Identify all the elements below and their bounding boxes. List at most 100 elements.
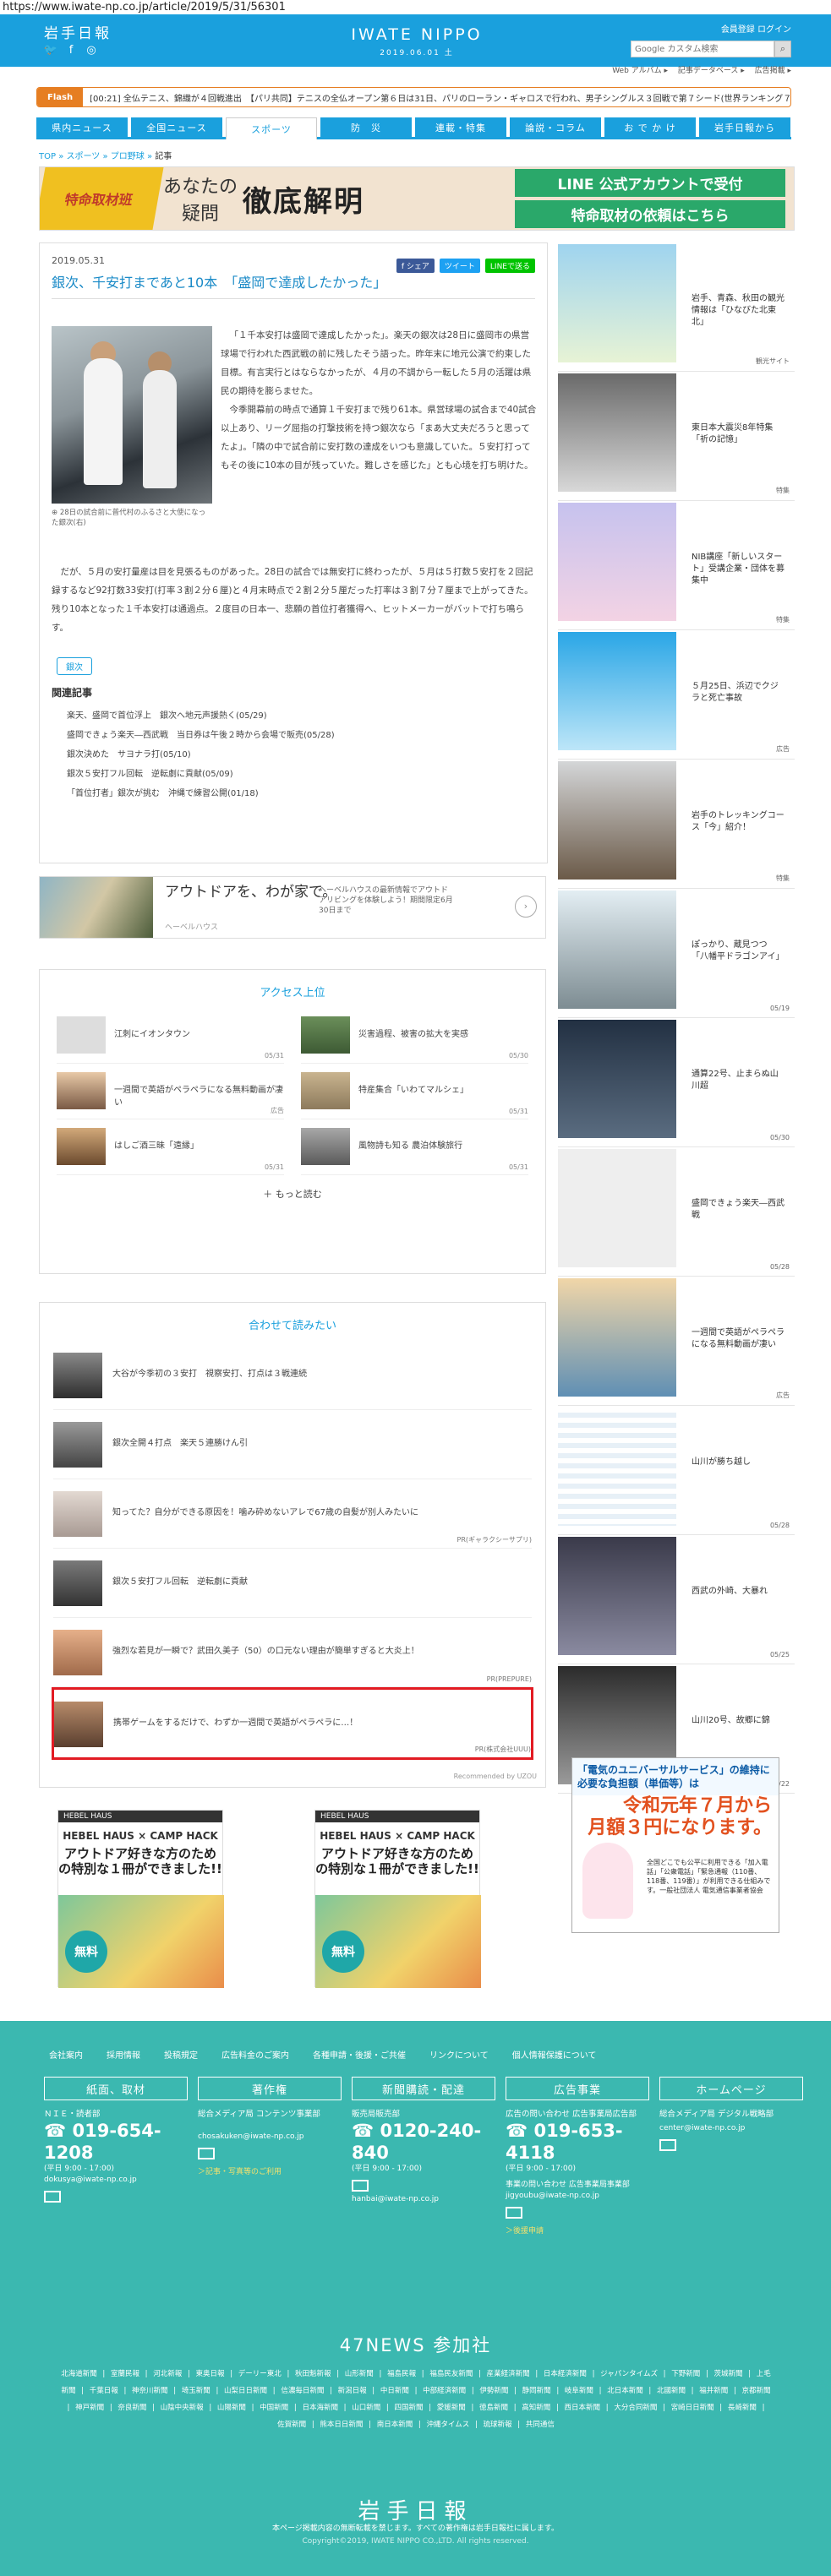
footer-col-header[interactable]: 著作権 (198, 2077, 342, 2100)
camp-hack-ad[interactable]: HEBEL HAUS HEBEL HAUS × CAMP HACK アウトドア好… (57, 1810, 224, 1988)
footer-col-header[interactable]: ホームページ (659, 2077, 803, 2100)
sidebar-date: 05/19 (769, 1005, 790, 1012)
recommended-item[interactable]: 知ってた？自分ができる原因を！噛み砕めないアレで67歳の自髪が別人みたいに PR(… (53, 1479, 532, 1549)
nav-from-iwate-nippo[interactable]: 岩手日報から (699, 117, 790, 137)
breadcrumb-top[interactable]: TOP (39, 152, 56, 161)
twitter-icon[interactable]: 🐦 (44, 43, 57, 57)
email[interactable]: dokusya@iwate-np.co.jp (44, 2175, 188, 2186)
footer-col-link[interactable]: ＞記事・写真等のご利用 (198, 2165, 342, 2176)
recommended-item-highlighted[interactable]: 携帯ゲームをするだけで、わずか一週間で英語がペラペラに…！ PR(株式会社UUU) (52, 1687, 533, 1760)
email[interactable]: center@iwate-np.co.jp (659, 2123, 803, 2134)
sidebar-item[interactable]: 岩手のトレッキングコース「今」紹介！ 特集 (558, 760, 795, 889)
footer-link[interactable]: 投稿規定 (164, 2048, 198, 2061)
related-link[interactable]: 楽天、盛岡で首位浮上 銀次へ地元声援熱く(05/29) (52, 706, 537, 726)
recommended-item[interactable]: 銀次５安打フル回転 逆転劇に貢献 (53, 1549, 532, 1618)
account-links[interactable]: 会員登録 ログイン (721, 22, 791, 35)
flash-news-bar[interactable]: Flash [00:21] 全仏テニス、錦織が４回戦進出 【パリ共同】テニスの全… (36, 87, 791, 107)
sidebar-item[interactable]: 通算22号、止まらぬ山川超 05/30 (558, 1018, 795, 1147)
sidebar-item[interactable]: 西武の外崎、大暴れ 05/25 (558, 1535, 795, 1664)
article-photo[interactable] (52, 326, 212, 504)
phone-number[interactable]: ☎ 019-653-4118 (506, 2120, 649, 2164)
ranking-date: 広告 (271, 1107, 284, 1114)
sidebar-item[interactable]: 岩手、青森、秋田の観光情報は「ひなびた北東北」 観光サイト (558, 242, 795, 372)
tag-button[interactable]: 銀次 (57, 657, 92, 675)
phone-number[interactable]: ☎ 0120-240-840 (352, 2120, 495, 2164)
mail-icon[interactable] (198, 2148, 215, 2159)
footer-link[interactable]: 会社案内 (49, 2048, 83, 2061)
site-logo-small[interactable]: 岩手日報 (44, 21, 112, 42)
footer-col-header[interactable]: 紙面、取材 (44, 2077, 188, 2100)
hebel-ad-banner[interactable]: アウトドアを、わが家で。 ヘーベルハウス ヘーベルハウスの最新情報でアウトドアリ… (39, 876, 546, 939)
email[interactable]: hanbai@iwate-np.co.jp (352, 2194, 495, 2205)
footer-col-link[interactable]: ＞後援申請 (506, 2225, 649, 2236)
thumbnail (53, 1560, 102, 1606)
nav-features[interactable]: 連載・特集 (415, 117, 506, 137)
email[interactable]: chosakuken@iwate-np.co.jp (198, 2132, 342, 2143)
footer-link[interactable]: 採用情報 (107, 2048, 140, 2061)
nav-disaster[interactable]: 防 災 (320, 117, 412, 137)
sidebar-item[interactable]: ぽっかり、蔵見つつ 「八幡平ドラゴンアイ」 05/19 (558, 889, 795, 1018)
footer-link[interactable]: 広告料金のご案内 (221, 2048, 289, 2061)
search-input[interactable] (631, 41, 774, 57)
sidebar-item[interactable]: 山川が勝ち越し 05/28 (558, 1406, 795, 1535)
site-logo[interactable]: IWATE NIPPO 2019.06.01 土 (332, 25, 501, 57)
read-more-button[interactable]: ＋ もっと読む (40, 1187, 545, 1201)
news47-papers[interactable]: 北海道新聞 | 室蘭民報 | 河北新報 | 東奥日報 | デーリー東北 | 秋田… (61, 2366, 771, 2433)
ranking-item[interactable]: 一週間で英語がペラペラになる無料動画が凄い 広告 (57, 1064, 284, 1119)
related-link[interactable]: 盛岡できょう楽天―西武戦 当日券は午後２時から会場で販売(05/28) (52, 726, 537, 745)
mail-icon[interactable] (352, 2180, 369, 2192)
nav-local-news[interactable]: 県内ニュース (36, 117, 128, 137)
footer-link[interactable]: リンクについて (429, 2048, 489, 2061)
nav-sports[interactable]: スポーツ (226, 117, 317, 139)
nav-columns[interactable]: 論説・コラム (510, 117, 601, 137)
uzou-credit[interactable]: Recommended by UZOU (454, 1773, 537, 1780)
sidebar-item[interactable]: ５月25日、浜辺でクジラと死亡事故 広告 (558, 630, 795, 760)
universal-service-ad[interactable]: 「電気のユニバーサルサービス」の維持に必要な負担額（単価等）は 令和元年７月から… (571, 1757, 779, 1933)
search-icon[interactable]: ⌕ (774, 41, 791, 57)
ranking-item[interactable]: 特産集合「いわてマルシェ」 05/31 (301, 1064, 528, 1119)
ad-source: ヘーベルハウス (165, 923, 219, 932)
related-link[interactable]: 銀次決めた サヨナラ打(05/10) (52, 745, 537, 765)
phone-number[interactable]: ☎ 019-654-1208 (44, 2120, 188, 2164)
sidebar-item[interactable]: 盛岡できょう楽天―西武戦 05/28 (558, 1147, 795, 1277)
sidebar-item[interactable]: 一週間で英語がペラペラになる無料動画が凄い 広告 (558, 1277, 795, 1406)
flash-tag: Flash (37, 88, 84, 106)
instagram-icon[interactable]: ◎ (85, 43, 98, 57)
tokumei-banner[interactable]: 特命取材班 あなたの疑問 徹底解明 LINE 公式アカウントで受付 特命取材の依… (39, 166, 795, 231)
mail-icon[interactable] (44, 2191, 61, 2203)
facebook-share-button[interactable]: f シェア (396, 259, 435, 273)
sidebar-date: 05/30 (769, 1134, 790, 1141)
mail-icon[interactable] (506, 2207, 522, 2219)
chevron-right-icon[interactable]: › (515, 896, 537, 918)
breadcrumb-baseball[interactable]: プロ野球 (111, 152, 145, 161)
recommended-item[interactable]: 強烈な若見が一瞬で？武田久美子（50）の口元ない理由が簡単すぎると大炎上！ PR(… (53, 1618, 532, 1687)
facebook-icon[interactable]: f (64, 43, 78, 57)
flash-text[interactable]: [00:21] 全仏テニス、錦織が４回戦進出 【パリ共同】テニスの全仏オープン第… (83, 91, 790, 104)
mail-icon[interactable] (659, 2139, 676, 2151)
footer-link[interactable]: 各種申請・後援・ご共催 (313, 2048, 406, 2061)
sidebar-item[interactable]: 東日本大震災8年特集「祈の記憶」 特集 (558, 372, 795, 501)
line-share-button[interactable]: LINEで送る (484, 259, 535, 273)
recommended-item[interactable]: 銀次全開４打点 楽天５連勝けん引 (53, 1410, 532, 1479)
camp-hack-ad[interactable]: HEBEL HAUS HEBEL HAUS × CAMP HACK アウトドア好… (314, 1810, 481, 1988)
ranking-item[interactable]: 風物詩も知る 農泊体験旅行 05/31 (301, 1119, 528, 1175)
thumbnail (53, 1353, 102, 1398)
footer-col-header[interactable]: 新聞購読・配達 (352, 2077, 495, 2100)
sidebar-item[interactable]: NIB講座「新しいスタート」受講企業・団体を募集中 特集 (558, 501, 795, 630)
ranking-item[interactable]: はしご酒三昧「遠縁」 05/31 (57, 1119, 284, 1175)
footer-logo[interactable]: 岩手日報 (0, 2494, 831, 2525)
nav-outing[interactable]: お で か け (604, 117, 696, 137)
email[interactable]: 事業の問い合わせ 広告事業局事業部 jigyoubu@iwate-np.co.j… (506, 2180, 649, 2202)
twitter-share-button[interactable]: ツイート (439, 259, 480, 273)
ranking-item[interactable]: 災害過程、被害の拡大を実感 05/30 (301, 1008, 528, 1064)
related-link[interactable]: 「首位打者」銀次が挑む 沖縄で練習公開(01/18) (52, 784, 537, 803)
url-bar[interactable]: https://www.iwate-np.co.jp/article/2019/… (0, 0, 831, 14)
footer-link[interactable]: 個人情報保護について (512, 2048, 597, 2061)
nav-national-news[interactable]: 全国ニュース (131, 117, 222, 137)
header-sublinks[interactable]: Web アルバム ▸ 記事データベース ▸ 広告掲載 ▸ (612, 64, 791, 75)
recommended-item[interactable]: 大谷が今季初の３安打 視察安打、打点は３戦連続 (53, 1341, 532, 1410)
ranking-item[interactable]: 江刺にイオンタウン 05/31 (57, 1008, 284, 1064)
breadcrumb-sports[interactable]: スポーツ (67, 152, 101, 161)
footer-col-header[interactable]: 広告事業 (506, 2077, 649, 2100)
related-link[interactable]: 銀次５安打フル回転 逆転劇に貢献(05/09) (52, 765, 537, 784)
